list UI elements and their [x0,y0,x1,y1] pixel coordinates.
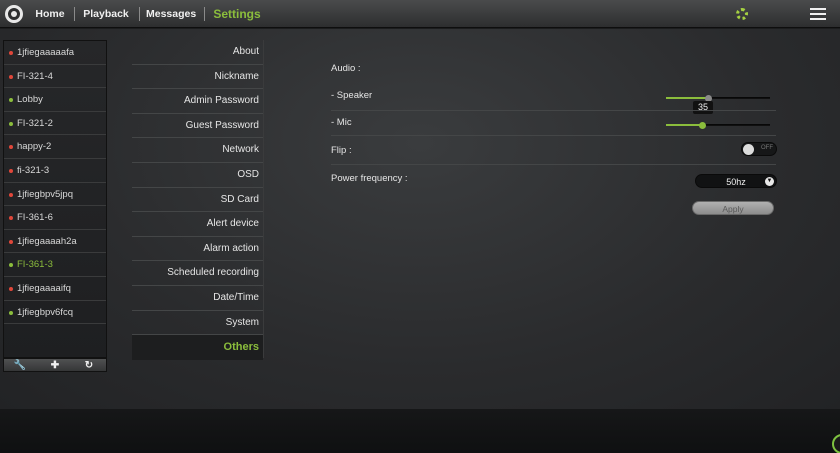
device-name: FI-321-4 [17,70,53,82]
device-list-item[interactable]: 1jfiegaaaaafa [4,41,106,65]
speaker-slider[interactable] [666,95,770,102]
divider [331,164,776,165]
device-list-item[interactable]: 1jfiegaaaaifq [4,277,106,301]
status-dot-icon [9,168,13,173]
power-frequency-label: Power frequency : [331,173,408,184]
device-name: happy-2 [17,141,52,153]
device-name: Lobby [17,94,43,106]
nav-messages[interactable]: Messages [146,0,196,28]
settings-menu-item[interactable]: Network [132,138,263,163]
device-list-item[interactable]: happy-2 [4,135,106,159]
device-name: FI-361-3 [17,259,53,271]
nav-settings[interactable]: Settings [212,0,262,28]
wrench-icon[interactable]: 🔧 [13,359,27,373]
refresh-icon[interactable]: ↻ [82,359,96,373]
audio-label: Audio : [331,63,361,74]
device-name: 1jfiegbpv5jpq [17,188,73,200]
status-dot-icon [9,216,13,221]
status-dot-icon [9,145,13,150]
apply-button[interactable]: Apply [692,201,774,215]
flip-toggle-state: OFF [761,145,773,151]
status-dot-icon [9,74,13,79]
app-logo-icon [5,5,23,23]
device-name: FI-321-2 [17,117,53,129]
nav-playback[interactable]: Playback [82,0,130,28]
settings-menu: About Nickname Admin Password Guest Passwor… [132,40,264,360]
status-dot-icon [9,239,13,244]
status-dot-icon [9,192,13,197]
device-name: 1jfiegaaaaafa [17,47,75,58]
speaker-label: - Speaker [331,90,373,101]
divider [331,110,776,111]
settings-menu-item[interactable]: System [132,311,263,336]
settings-menu-item[interactable]: Scheduled recording [132,261,263,286]
settings-menu-item[interactable]: Others [132,335,263,360]
nav-separator [139,7,140,21]
settings-menu-item[interactable]: OSD [132,163,263,188]
device-name: 1jfiegaaaah2a [17,235,77,247]
settings-menu-item[interactable]: Alarm action [132,237,263,262]
device-name: fi-321-3 [17,164,50,176]
nav-separator [204,7,205,21]
settings-menu-item[interactable]: Nickname [132,65,263,90]
device-list-item[interactable]: FI-321-2 [4,112,106,136]
device-list-item[interactable]: Lobby [4,88,106,112]
device-list-item[interactable]: 1jfiegbpv6fcq [4,301,106,325]
status-dot-icon [9,121,13,126]
nav-home[interactable]: Home [30,0,70,28]
device-list-item[interactable]: 1jfiegaaaah2a [4,230,106,254]
settings-menu-item[interactable]: About [132,40,263,65]
settings-menu-item[interactable]: Guest Password [132,114,263,139]
status-dot-icon [9,51,13,55]
device-name: 1jfiegbpv6fcq [17,306,73,318]
settings-menu-item[interactable]: Date/Time [132,286,263,311]
power-frequency-select[interactable]: 50hz ▼ [695,174,777,188]
mic-slider-fill [666,124,703,126]
device-list-item[interactable]: FI-321-4 [4,65,106,89]
hamburger-menu-icon[interactable] [810,8,826,21]
footer-bar [0,409,840,453]
top-bar: Home Playback Messages Settings [0,0,840,28]
device-list-item[interactable]: fi-321-3 [4,159,106,183]
device-list-item[interactable]: FI-361-3 [4,253,106,277]
power-frequency-value: 50hz [726,177,746,187]
settings-menu-item[interactable]: Admin Password [132,89,263,114]
footer-action-icon[interactable] [832,434,840,453]
device-toolbar: 🔧 ✚ ↻ [3,358,107,372]
divider [331,135,776,136]
status-dot-icon [9,263,13,268]
device-name: 1jfiegaaaaifq [17,282,71,294]
settings-menu-item[interactable]: Alert device [132,212,263,237]
mic-slider[interactable] [666,122,770,129]
device-list: 1jfiegaaaaafa FI-321-4 Lobby FI-321-2 happy-… [3,40,107,358]
chevron-down-icon: ▼ [765,177,774,186]
device-list-item[interactable]: 1jfiegbpv5jpq [4,183,106,207]
device-name: FI-361-6 [17,212,53,224]
nav-separator [74,7,75,21]
speaker-value-tooltip: 35 [693,101,713,114]
device-list-item[interactable]: FI-361-6 [4,206,106,230]
flip-toggle-knob [743,144,754,155]
status-dot-icon [9,98,13,103]
speaker-slider-fill [666,97,708,99]
flip-label: Flip : [331,145,352,156]
status-dot-icon [9,286,13,291]
status-dot-icon [9,310,13,315]
main-background [0,29,840,409]
mic-label: - Mic [331,117,352,128]
settings-menu-item[interactable]: SD Card [132,188,263,213]
plus-icon[interactable]: ✚ [48,359,62,373]
loading-spinner-icon [736,8,748,20]
flip-toggle[interactable]: OFF [741,142,777,156]
